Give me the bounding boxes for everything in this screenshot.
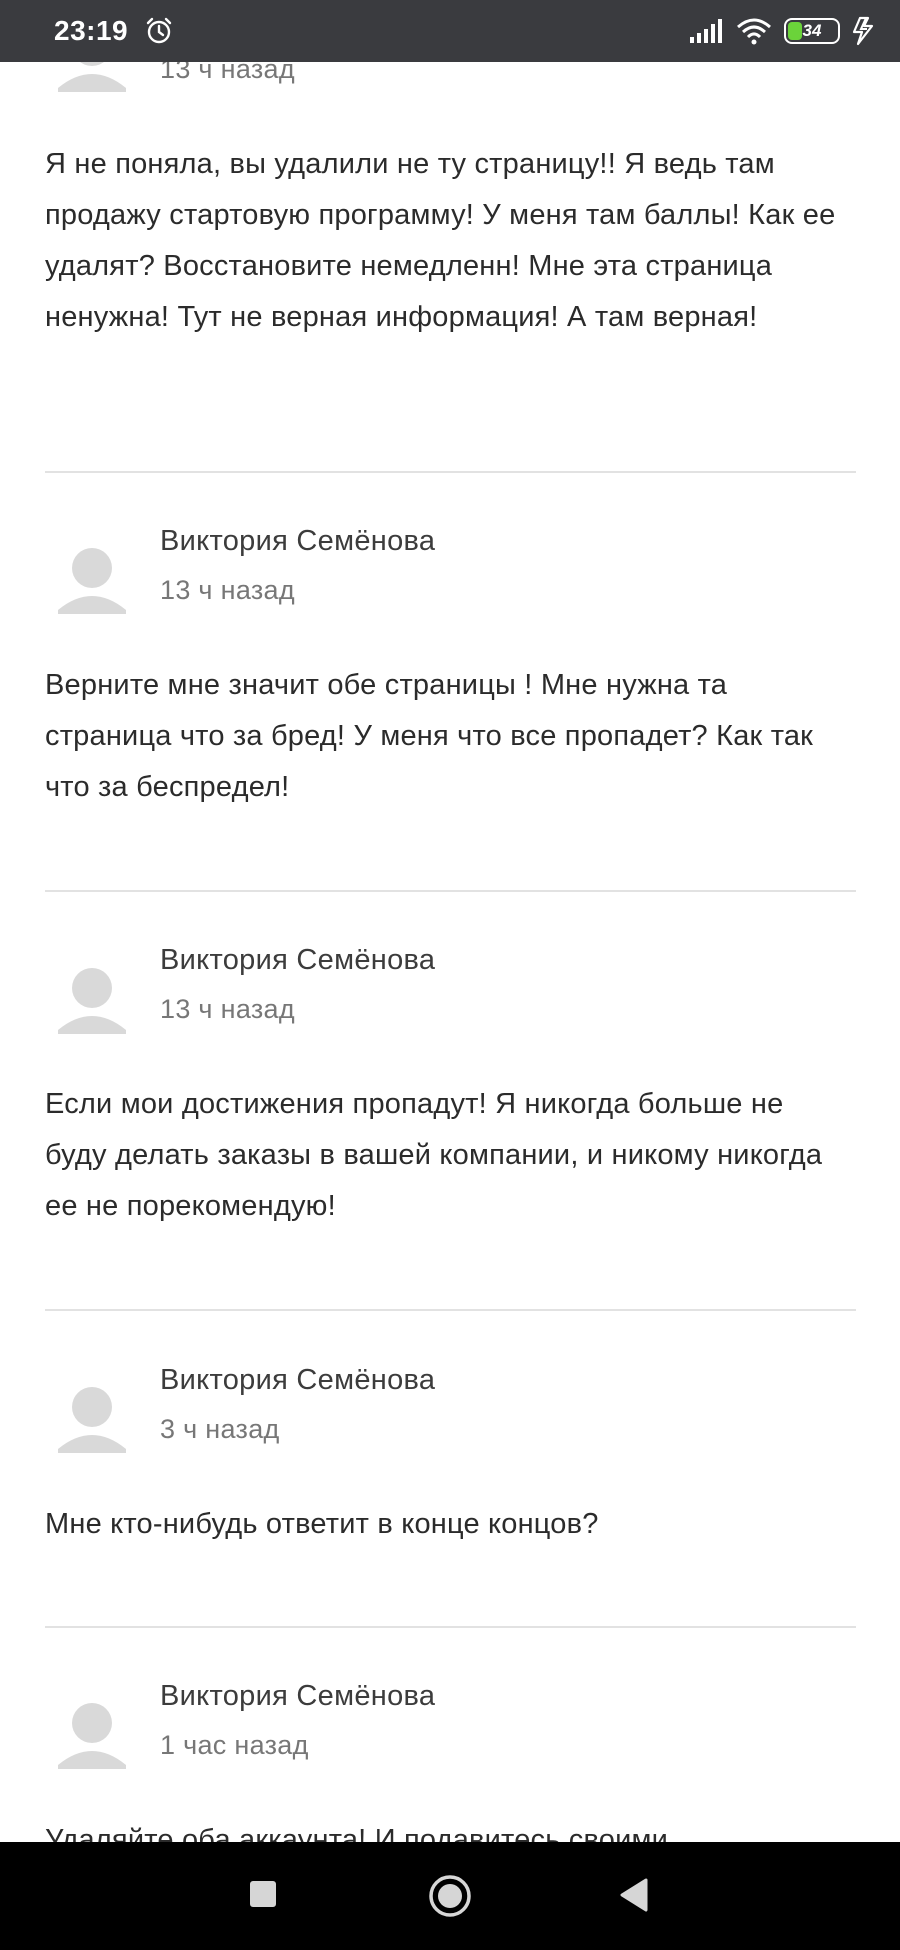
signal-icon (690, 19, 722, 43)
comment-divider (45, 471, 856, 473)
status-icons: 34 (688, 0, 878, 62)
battery-icon: 34 (784, 18, 840, 44)
status-bar: 23:19 34 (0, 0, 900, 62)
screen: 13 ч назад Я не поняла, вы удалили не ту… (0, 0, 900, 1950)
avatar[interactable] (56, 1381, 128, 1453)
battery-fill (788, 22, 802, 40)
avatar[interactable] (56, 962, 128, 1034)
comment-time: 13 ч назад (160, 994, 295, 1024)
comment-time: 13 ч назад (160, 575, 295, 605)
charging-icon (852, 16, 874, 46)
comment-divider (45, 1309, 856, 1311)
comment-author[interactable]: Виктория Семёнова (160, 1680, 435, 1713)
comment-author[interactable]: Виктория Семёнова (160, 525, 435, 558)
comment-time: 3 ч назад (160, 1414, 280, 1444)
home-icon[interactable] (428, 1874, 472, 1918)
comments-list[interactable]: 13 ч назад Я не поняла, вы удалили не ту… (0, 0, 900, 1842)
recent-apps-icon[interactable] (250, 1881, 276, 1907)
comment-text: Удаляйте оба аккаунта! И подавитесь свои… (45, 1824, 669, 1842)
comment-text: Мне кто-нибудь ответит в конце концов? (45, 1508, 599, 1540)
comment-divider (45, 890, 856, 892)
wifi-icon (737, 18, 771, 45)
avatar[interactable] (56, 1697, 128, 1769)
comment-text: Я не поняла, вы удалили не ту страницу!!… (45, 148, 836, 333)
alarm-icon (146, 17, 172, 44)
navigation-bar (0, 1842, 900, 1950)
battery-level: 34 (802, 21, 822, 40)
back-icon[interactable] (618, 1877, 650, 1913)
comment-text: Если мои достижения пропадут! Я никогда … (45, 1088, 823, 1222)
comment-divider (45, 1626, 856, 1628)
comment-time: 1 час назад (160, 1730, 309, 1760)
comment-text: Верните мне значит обе страницы ! Мне ну… (45, 669, 814, 803)
comment-author[interactable]: Виктория Семёнова (160, 1364, 435, 1397)
avatar[interactable] (56, 542, 128, 614)
status-time: 23:19 (54, 15, 129, 46)
comment-author[interactable]: Виктория Семёнова (160, 944, 435, 977)
